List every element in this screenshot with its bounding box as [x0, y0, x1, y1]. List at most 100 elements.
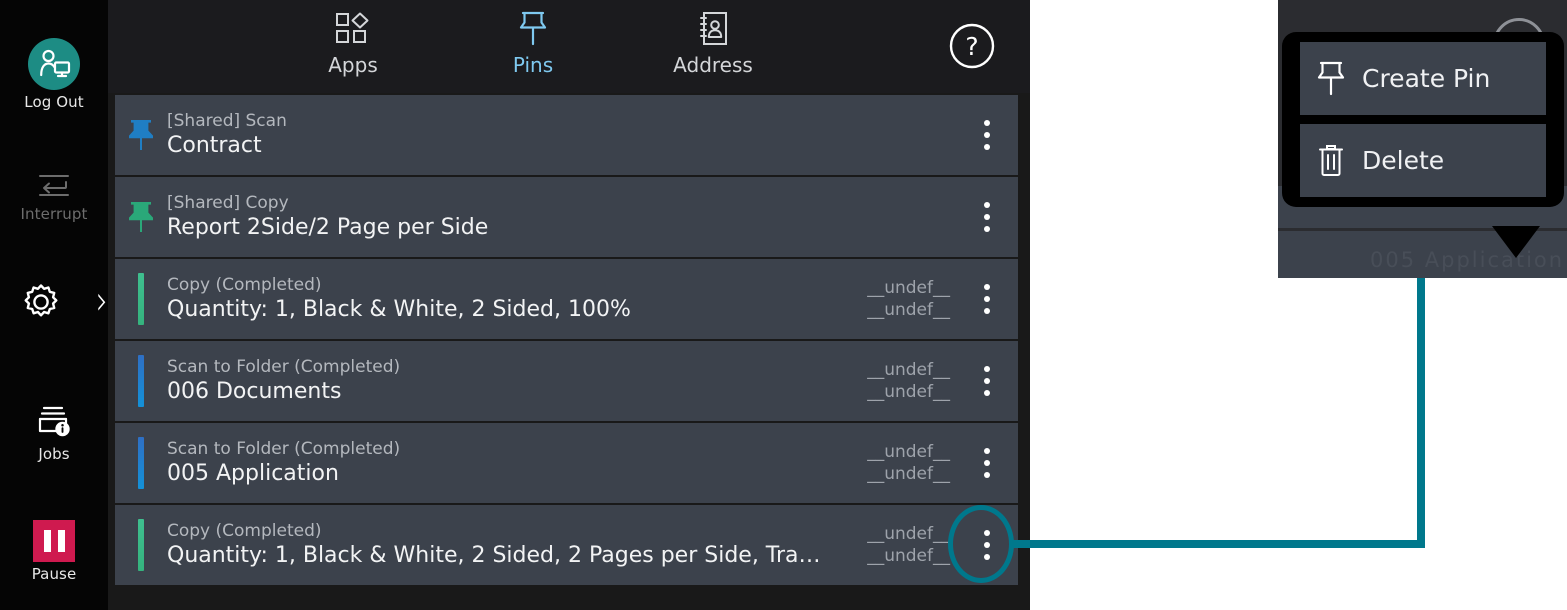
top-navigation-bar: Apps Pins Address [108, 0, 1030, 93]
row-title: Contract [167, 132, 830, 159]
tab-address[interactable]: Address [648, 10, 778, 77]
tab-apps[interactable]: Apps [288, 10, 418, 77]
menu-item-delete[interactable]: Delete [1300, 124, 1546, 197]
callout-pointer-arrow [1492, 226, 1540, 258]
row-meta-line2: __undef__ [840, 381, 950, 403]
rail-item-label: Interrupt [0, 206, 108, 223]
row-subtitle: [Shared] Scan [167, 111, 830, 132]
row-text: Copy (Completed) Quantity: 1, Black & Wh… [167, 275, 840, 323]
row-title: 006 Documents [167, 378, 830, 405]
row-meta-line1: __undef__ [840, 523, 950, 545]
status-bar-green [138, 273, 144, 325]
row-meta-line1: __undef__ [840, 441, 950, 463]
address-book-icon [697, 11, 729, 47]
menu-item-create-pin[interactable]: Create Pin [1300, 42, 1546, 115]
row-meta: __undef__ __undef__ [840, 277, 956, 321]
row-overflow-menu-button[interactable] [956, 505, 1018, 585]
row-meta: __undef__ __undef__ [840, 523, 956, 567]
status-bar-blue [138, 437, 144, 489]
callout-connector-horizontal [1013, 540, 1425, 548]
more-vertical-icon [984, 366, 990, 396]
row-overflow-menu-button[interactable] [956, 423, 1018, 503]
more-vertical-icon [984, 284, 990, 314]
more-vertical-icon [984, 120, 990, 150]
row-text: Scan to Folder (Completed) 006 Documents [167, 357, 840, 405]
menu-item-label: Create Pin [1362, 64, 1490, 93]
row-meta-line2: __undef__ [840, 299, 950, 321]
list-item[interactable]: [Shared] Copy Report 2Side/2 Page per Si… [115, 177, 1018, 257]
rail-item-settings[interactable]: › [0, 282, 108, 322]
apps-grid-icon [335, 12, 371, 46]
help-circle-icon: ? [948, 22, 996, 70]
row-meta-line2: __undef__ [840, 463, 950, 485]
row-title: Report 2Side/2 Page per Side [167, 214, 830, 241]
row-subtitle: Copy (Completed) [167, 275, 830, 296]
interrupt-icon [32, 170, 76, 202]
row-meta-line2: __undef__ [840, 545, 950, 567]
menu-item-label: Delete [1362, 146, 1444, 175]
logout-avatar-circle [28, 38, 80, 90]
pins-and-jobs-list: [Shared] Scan Contract [Shared] Copy [115, 95, 1018, 585]
row-marker [115, 259, 167, 339]
list-item[interactable]: Copy (Completed) Quantity: 1, Black & Wh… [115, 505, 1018, 585]
status-bar-blue [138, 355, 144, 407]
svg-text:?: ? [965, 32, 978, 61]
row-title: Quantity: 1, Black & White, 2 Sided, 100… [167, 296, 830, 323]
pin-icon [518, 11, 548, 47]
row-title: Quantity: 1, Black & White, 2 Sided, 2 P… [167, 542, 830, 569]
gear-icon [21, 282, 61, 322]
row-text: [Shared] Copy Report 2Side/2 Page per Si… [167, 193, 840, 241]
pause-icon [33, 520, 75, 562]
row-text: [Shared] Scan Contract [167, 111, 840, 159]
more-vertical-icon [984, 202, 990, 232]
row-marker [115, 423, 167, 503]
row-subtitle: Copy (Completed) [167, 521, 830, 542]
row-subtitle: [Shared] Copy [167, 193, 830, 214]
more-vertical-icon [984, 448, 990, 478]
row-meta: __undef__ __undef__ [840, 441, 956, 485]
tab-label: Address [648, 53, 778, 77]
list-item[interactable]: Scan to Folder (Completed) 006 Documents… [115, 341, 1018, 421]
pin-filled-icon [128, 118, 154, 152]
list-item[interactable]: [Shared] Scan Contract [115, 95, 1018, 175]
user-monitor-icon [37, 48, 71, 80]
row-overflow-menu-button[interactable] [956, 259, 1018, 339]
row-title: 005 Application [167, 460, 830, 487]
row-meta-line1: __undef__ [840, 359, 950, 381]
more-vertical-icon [984, 530, 990, 560]
context-menu-popup: Create Pin Delete [1282, 32, 1564, 207]
list-item[interactable]: Scan to Folder (Completed) 005 Applicati… [115, 423, 1018, 503]
jobs-info-icon [33, 402, 75, 442]
rail-item-jobs[interactable]: Jobs [0, 402, 108, 463]
row-meta-line1: __undef__ [840, 277, 950, 299]
status-bar-green [138, 519, 144, 571]
row-overflow-menu-button[interactable] [956, 95, 1018, 175]
pin-outline-icon [1316, 61, 1346, 97]
rail-item-pause[interactable]: Pause [0, 520, 108, 583]
help-button[interactable]: ? [948, 22, 996, 70]
row-marker [115, 341, 167, 421]
row-marker [115, 505, 167, 585]
pin-filled-icon [128, 200, 154, 234]
tab-pins[interactable]: Pins [468, 10, 598, 77]
tab-label: Apps [288, 53, 418, 77]
rail-item-logout[interactable]: Log Out [0, 38, 108, 111]
tab-label: Pins [468, 53, 598, 77]
row-text: Copy (Completed) Quantity: 1, Black & Wh… [167, 521, 840, 569]
left-rail: Log Out Interrupt › [0, 0, 108, 610]
list-item[interactable]: Copy (Completed) Quantity: 1, Black & Wh… [115, 259, 1018, 339]
row-subtitle: Scan to Folder (Completed) [167, 439, 830, 460]
row-meta: __undef__ __undef__ [840, 359, 956, 403]
row-overflow-menu-button[interactable] [956, 177, 1018, 257]
row-text: Scan to Folder (Completed) 005 Applicati… [167, 439, 840, 487]
row-marker [115, 95, 167, 175]
device-screen: Log Out Interrupt › [0, 0, 1030, 610]
row-subtitle: Scan to Folder (Completed) [167, 357, 830, 378]
rail-item-label: Pause [0, 566, 108, 583]
callout-connector-vertical [1417, 278, 1425, 546]
rail-item-interrupt[interactable]: Interrupt [0, 170, 108, 223]
row-overflow-menu-button[interactable] [956, 341, 1018, 421]
chevron-right-icon: › [96, 282, 108, 323]
trash-icon [1317, 144, 1345, 178]
row-marker [115, 177, 167, 257]
